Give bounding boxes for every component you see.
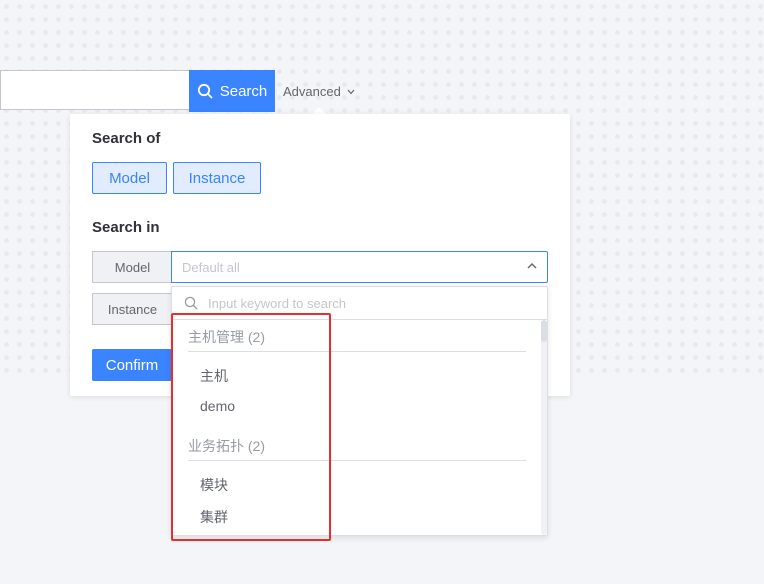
search-of-title: Search of: [92, 130, 161, 147]
search-button[interactable]: Search: [189, 70, 275, 112]
search-button-label: Search: [219, 82, 268, 100]
chevron-up-icon: [527, 263, 537, 269]
toggle-instance[interactable]: Instance: [173, 162, 261, 194]
advanced-label: Advanced: [283, 84, 341, 99]
search-in-title: Search in: [92, 219, 160, 236]
advanced-toggle[interactable]: Advanced: [283, 84, 355, 99]
dropdown-scrollbar[interactable]: [541, 320, 547, 342]
group-divider: [188, 351, 526, 352]
group-divider: [188, 460, 526, 461]
model-select[interactable]: Default all: [171, 251, 548, 283]
toggle-model[interactable]: Model: [92, 162, 167, 194]
option-item[interactable]: 集群: [200, 507, 228, 527]
search-input[interactable]: [0, 70, 189, 110]
panel-pointer: [312, 107, 326, 114]
option-item[interactable]: demo: [200, 398, 235, 414]
dropdown-search: [172, 287, 547, 320]
group-title: 业务拓扑 (2): [188, 438, 265, 454]
search-icon: [197, 83, 213, 99]
model-field-label: Model: [92, 251, 172, 283]
dropdown-scroll-track[interactable]: [541, 320, 547, 535]
search-icon: [184, 296, 198, 310]
model-dropdown: 主机管理 (2) 主机 demo 业务拓扑 (2) 模块 集群: [171, 286, 548, 536]
dropdown-search-input[interactable]: [206, 294, 530, 312]
group-title: 主机管理 (2): [188, 329, 265, 345]
instance-field-label: Instance: [92, 293, 172, 325]
model-select-placeholder: Default all: [182, 259, 240, 275]
option-item[interactable]: 模块: [200, 475, 228, 495]
confirm-button[interactable]: Confirm: [92, 349, 172, 381]
chevron-down-icon: [347, 89, 355, 94]
option-item[interactable]: 主机: [200, 366, 228, 386]
